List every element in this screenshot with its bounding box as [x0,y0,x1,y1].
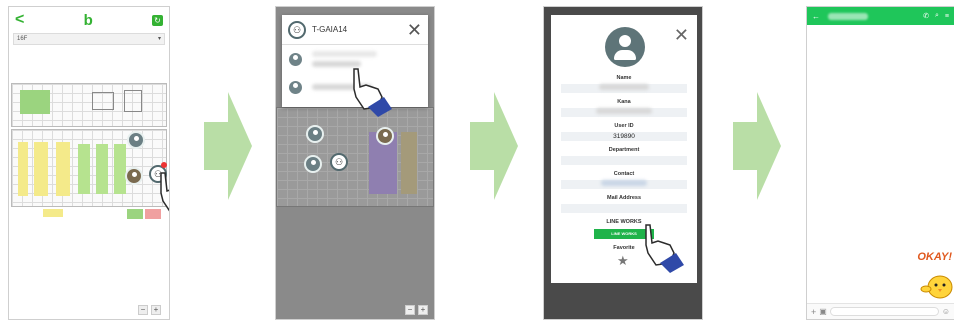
name-field: Name [561,75,687,93]
zoom-in-button[interactable]: + [151,305,161,315]
floor-map-screen: < b ↻ 16F ▾ ⚇ − + [8,6,170,320]
chick-sticker-icon [920,275,953,299]
profile-screen: ✕ Name Kana User ID 319890 Department Co… [543,6,703,320]
mail-field: Mail Address [561,195,687,213]
floor-select-value: 16F [17,36,28,42]
search-icon[interactable]: ⌕ [935,12,939,20]
floor-map-dimmed [276,107,434,207]
user-icon [289,80,302,94]
department-value [561,156,687,165]
user-avatar-pin[interactable] [125,167,143,185]
user-icon [289,52,302,66]
chat-screen: ← ✆ ⌕ ≡ OKAY! + ▣ ☺ [806,6,954,320]
step-arrow [733,92,781,200]
tap-hand-icon [160,172,169,212]
floor-select[interactable]: 16F ▾ [13,33,165,45]
app-logo: b [83,11,93,29]
userid-label: User ID [614,123,634,129]
popup-title: T-GAIA14 [312,25,348,34]
kana-field: Kana [561,99,687,117]
group-icon: ⚇ [288,20,306,39]
zoom-out-button[interactable]: − [138,305,148,315]
zoom-out-button[interactable]: − [405,305,415,315]
contact-label: Contact [613,171,635,177]
chat-header: ← ✆ ⌕ ≡ [807,7,954,25]
name-value [561,84,687,93]
group-popup-screen: ⚇ ⚇ T-GAIA14 ✕ − + [275,6,435,320]
favorite-star-icon[interactable]: ★ [617,253,629,269]
chat-input-bar: + ▣ ☺ [807,303,954,319]
back-arrow-icon[interactable]: ← [812,12,820,21]
step-arrow [204,92,252,200]
group-pin: ⚇ [330,153,348,171]
chat-partner-name [828,12,868,20]
phone-icon[interactable]: ✆ [923,12,929,20]
popup-header: ⚇ T-GAIA14 ✕ [282,15,428,45]
emoji-icon[interactable]: ☺ [942,307,950,316]
close-icon[interactable]: ✕ [407,21,422,39]
kana-value [561,108,687,117]
message-input[interactable] [829,307,939,316]
profile-avatar [605,27,645,67]
tap-hand-icon [645,224,684,273]
top-bar: < b ↻ [9,7,169,33]
tap-hand-icon [353,68,392,117]
add-icon[interactable]: + [811,307,816,317]
department-field: Department [561,147,687,165]
menu-icon[interactable]: ≡ [945,13,949,20]
userid-field: User ID 319890 [561,123,687,141]
contact-field: Contact [561,171,687,189]
image-icon[interactable]: ▣ [819,307,827,316]
zoom-in-button[interactable]: + [418,305,428,315]
mail-value [561,204,687,213]
user-avatar-pin[interactable] [127,131,145,149]
close-icon[interactable]: ✕ [674,25,689,46]
notification-badge [161,162,167,168]
floor-map-upper[interactable] [11,83,167,127]
refresh-icon[interactable]: ↻ [151,14,163,26]
user-avatar-pin [306,125,324,143]
department-label: Department [608,147,640,153]
name-label: Name [616,75,632,81]
contact-value [561,180,687,189]
kana-label: Kana [617,99,631,105]
zoom-controls: − + [405,305,428,315]
zoom-controls: − + [138,305,161,315]
userid-value: 319890 [561,132,687,141]
mail-label: Mail Address [606,195,642,201]
step-arrow [470,92,518,200]
back-icon[interactable]: < [15,11,24,29]
chevron-down-icon: ▾ [157,36,161,42]
user-avatar-pin [376,127,394,145]
user-avatar-pin [304,155,322,173]
